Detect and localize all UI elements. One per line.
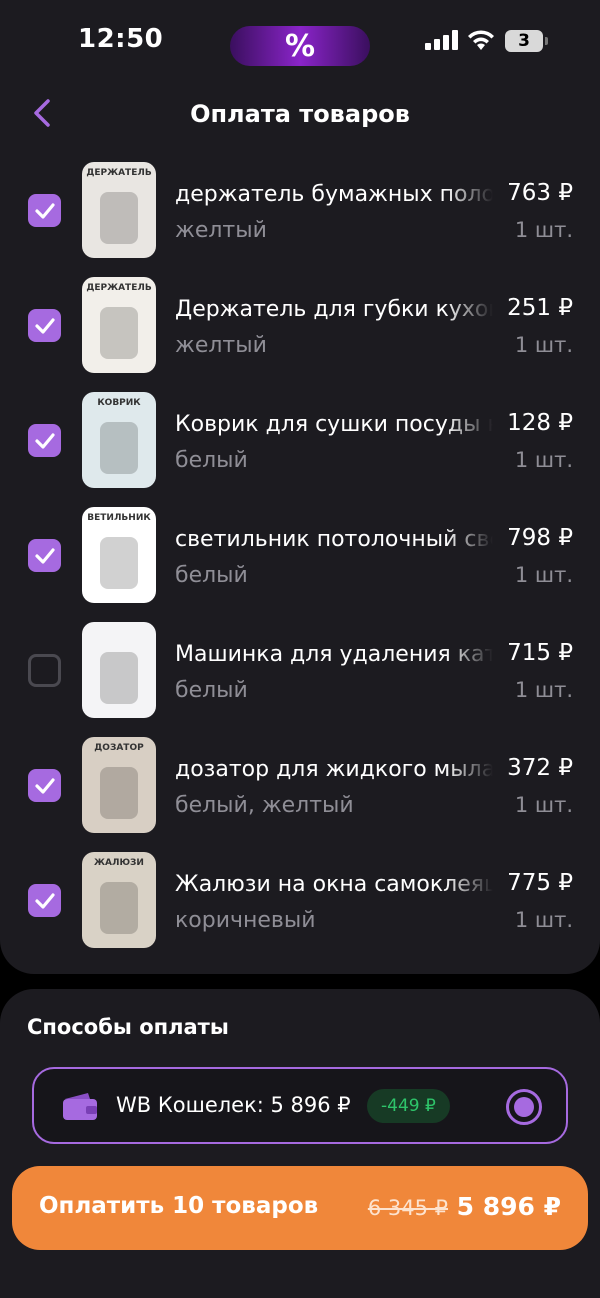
item-name: Держатель для губки кухонный [175, 297, 493, 322]
discount-value: -449 ₽ [381, 1096, 436, 1116]
product-image-text: КОВРИК [97, 398, 141, 408]
checkmark-icon [34, 892, 55, 909]
item-name: Жалюзи на окна самоклеящиеся [175, 872, 493, 897]
payment-methods-card: Способы оплаты WB Кошелек: 5 896 ₽ -449 … [0, 989, 600, 1298]
item-checkbox[interactable] [28, 769, 61, 802]
list-item[interactable]: ДОЗАТОР дозатор для жидкого мыла в белый, … [0, 735, 600, 850]
item-name: Машинка для удаления катышков [175, 642, 493, 667]
item-quantity: 1 шт. [514, 333, 573, 357]
product-image: ДОЗАТОР [82, 737, 156, 833]
list-item[interactable]: ДЕРЖАТЕЛЬ держатель бумажных полотенец жел… [0, 160, 600, 275]
total-price: 5 896 ₽ [456, 1192, 561, 1221]
old-price: 6 345 ₽ [367, 1196, 448, 1220]
product-image-text: ВЕТИЛЬНИК [87, 513, 151, 523]
product-image-text: ДЕРЖАТЕЛЬ [86, 283, 152, 293]
list-item[interactable]: ДЕРЖАТЕЛЬ Держатель для губки кухонный жел… [0, 275, 600, 390]
item-price: 798 ₽ [507, 525, 573, 551]
item-quantity: 1 шт. [514, 218, 573, 242]
page-title: Оплата товаров [190, 100, 410, 128]
signal-icon [425, 30, 459, 50]
product-image-text: ДЕРЖАТЕЛЬ [86, 168, 152, 178]
item-checkbox[interactable] [28, 194, 61, 227]
checkmark-icon [34, 777, 55, 794]
percent-icon: % [284, 28, 316, 64]
list-item[interactable]: ВЕТИЛЬНИК светильник потолочный свето белы… [0, 505, 600, 620]
item-color: белый [175, 678, 248, 703]
item-name: держатель бумажных полотенец [175, 182, 493, 207]
wallet-radio[interactable] [506, 1089, 542, 1125]
order-card: 12:50 % 3 Оплата товаров ДЕРЖАТЕЛЬ держат… [0, 0, 600, 974]
item-checkbox[interactable] [28, 539, 61, 572]
product-image: КОВРИК [82, 392, 156, 488]
checkmark-icon [34, 432, 55, 449]
item-price: 251 ₽ [507, 295, 573, 321]
item-price: 775 ₽ [507, 870, 573, 896]
item-color: желтый [175, 218, 267, 243]
product-image [82, 622, 156, 718]
status-bar: 12:50 % 3 [0, 0, 600, 82]
product-image: ДЕРЖАТЕЛЬ [82, 277, 156, 373]
battery-icon: 3 [505, 30, 548, 52]
item-quantity: 1 шт. [514, 448, 573, 472]
item-price: 372 ₽ [507, 755, 573, 781]
item-color: белый, желтый [175, 793, 354, 818]
pay-button-label: Оплатить 10 товаров [39, 1193, 319, 1219]
wifi-icon [468, 30, 494, 50]
wallet-icon [63, 1093, 97, 1120]
pay-button[interactable]: Оплатить 10 товаров 6 345 ₽ 5 896 ₽ [12, 1166, 588, 1250]
item-price: 763 ₽ [507, 180, 573, 206]
list-item[interactable]: КОВРИК Коврик для сушки посуды на белый 128… [0, 390, 600, 505]
wb-wallet-option[interactable]: WB Кошелек: 5 896 ₽ -449 ₽ [32, 1067, 568, 1144]
item-name: дозатор для жидкого мыла в [175, 757, 493, 782]
item-list: ДЕРЖАТЕЛЬ держатель бумажных полотенец жел… [0, 160, 600, 965]
item-quantity: 1 шт. [514, 678, 573, 702]
item-color: белый [175, 563, 248, 588]
discount-badge: -449 ₽ [367, 1089, 450, 1123]
checkmark-icon [34, 202, 55, 219]
item-name: светильник потолочный свето [175, 527, 493, 552]
header: Оплата товаров [0, 88, 600, 144]
item-color: коричневый [175, 908, 316, 933]
item-quantity: 1 шт. [514, 563, 573, 587]
product-image: ДЕРЖАТЕЛЬ [82, 162, 156, 258]
item-checkbox[interactable] [28, 654, 61, 687]
item-price: 128 ₽ [507, 410, 573, 436]
item-quantity: 1 шт. [514, 793, 573, 817]
dynamic-island: % [230, 26, 370, 66]
item-checkbox[interactable] [28, 424, 61, 457]
checkmark-icon [34, 547, 55, 564]
wallet-balance-label: WB Кошелек: 5 896 ₽ [116, 1093, 351, 1117]
product-image-text: ДОЗАТОР [94, 743, 144, 753]
product-image: ВЕТИЛЬНИК [82, 507, 156, 603]
checkmark-icon [34, 317, 55, 334]
item-checkbox[interactable] [28, 884, 61, 917]
clock: 12:50 [78, 24, 164, 54]
item-quantity: 1 шт. [514, 908, 573, 932]
product-image: ЖАЛЮЗИ [82, 852, 156, 948]
list-item[interactable]: Машинка для удаления катышков белый 715 ₽ 1… [0, 620, 600, 735]
product-image-text: ЖАЛЮЗИ [94, 858, 144, 868]
item-color: белый [175, 448, 248, 473]
list-item[interactable]: ЖАЛЮЗИ Жалюзи на окна самоклеящиеся коричн… [0, 850, 600, 965]
item-price: 715 ₽ [507, 640, 573, 666]
item-color: желтый [175, 333, 267, 358]
item-checkbox[interactable] [28, 309, 61, 342]
item-name: Коврик для сушки посуды на [175, 412, 493, 437]
battery-level: 3 [518, 31, 530, 51]
payment-methods-title: Способы оплаты [27, 1015, 229, 1039]
